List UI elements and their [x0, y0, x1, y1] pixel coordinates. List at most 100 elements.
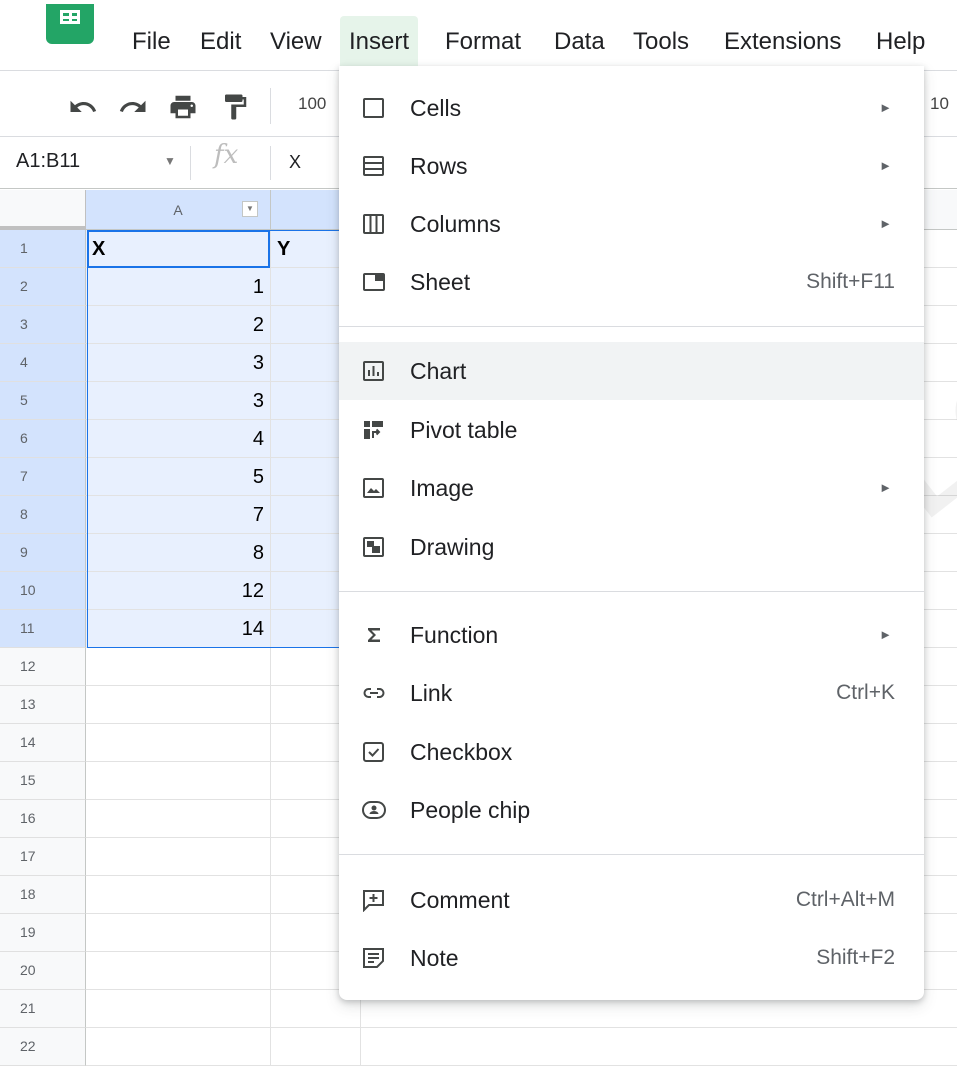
menu-extensions[interactable]: Extensions	[715, 16, 850, 66]
cell-b[interactable]	[271, 1028, 361, 1066]
row-header[interactable]: 8	[0, 496, 86, 534]
row-header[interactable]: 14	[0, 724, 86, 762]
menu-item-label: Rows	[410, 153, 468, 179]
font-size-field[interactable]: 10	[930, 94, 949, 114]
redo-icon[interactable]	[118, 92, 148, 122]
column-header-a[interactable]: A ▼	[86, 190, 271, 230]
cell-a[interactable]: 5	[86, 458, 271, 496]
menu-tools[interactable]: Tools	[624, 16, 698, 66]
cell-a[interactable]	[86, 914, 271, 952]
row-header[interactable]: 21	[0, 990, 86, 1028]
menu-item-comment[interactable]: Comment Ctrl+Alt+M	[339, 871, 924, 929]
cell-a[interactable]	[86, 800, 271, 838]
submenu-arrow-icon: ►	[879, 480, 892, 495]
name-box-dropdown-icon[interactable]: ▼	[164, 154, 176, 168]
menu-file[interactable]: File	[123, 16, 180, 66]
row-header[interactable]: 1	[0, 230, 86, 268]
cell-a[interactable]	[86, 876, 271, 914]
row-header[interactable]: 5	[0, 382, 86, 420]
menu-help[interactable]: Help	[867, 16, 934, 66]
undo-icon[interactable]	[68, 92, 98, 122]
menu-item-checkbox[interactable]: Checkbox	[339, 723, 924, 781]
paint-format-icon[interactable]	[220, 92, 250, 122]
cell-a[interactable]	[86, 648, 271, 686]
menu-item-label: People chip	[410, 797, 531, 823]
toolbar-separator	[270, 88, 271, 124]
row-header[interactable]: 4	[0, 344, 86, 382]
menu-format[interactable]: Format	[436, 16, 530, 66]
people-chip-icon	[362, 801, 386, 819]
cell-a[interactable]	[86, 1028, 271, 1066]
row-header[interactable]: 16	[0, 800, 86, 838]
row-header[interactable]: 18	[0, 876, 86, 914]
menu-item-label: Image	[410, 475, 474, 501]
menu-edit[interactable]: Edit	[191, 16, 250, 66]
submenu-arrow-icon: ►	[879, 627, 892, 642]
cell-a[interactable]: 3	[86, 382, 271, 420]
menu-item-chart[interactable]: Chart	[339, 342, 924, 400]
formula-separator-2	[270, 146, 271, 180]
menu-item-label: Link	[410, 680, 453, 706]
menu-item-drawing[interactable]: Drawing	[339, 518, 924, 576]
menu-item-label: Columns	[410, 211, 501, 237]
sheets-logo-icon[interactable]	[46, 4, 94, 44]
menu-item-cells[interactable]: Cells ►	[339, 79, 924, 137]
cell-a[interactable]	[86, 952, 271, 990]
name-box[interactable]: A1:B11	[16, 150, 80, 173]
menu-item-note[interactable]: Note Shift+F2	[339, 929, 924, 987]
submenu-arrow-icon: ►	[879, 158, 892, 173]
row-header[interactable]: 22	[0, 1028, 86, 1066]
cell-a[interactable]	[86, 686, 271, 724]
column-menu-icon[interactable]: ▼	[242, 201, 258, 217]
row-header[interactable]: 12	[0, 648, 86, 686]
note-icon	[363, 948, 384, 968]
app-bar: File Edit View Insert Format Data Tools …	[0, 0, 957, 68]
menu-item-image[interactable]: Image ►	[339, 459, 924, 517]
menu-item-sheet[interactable]: Sheet Shift+F11	[339, 253, 924, 311]
menu-view[interactable]: View	[261, 16, 331, 66]
cell-a[interactable]: 8	[86, 534, 271, 572]
image-icon	[363, 478, 384, 498]
row-header[interactable]: 19	[0, 914, 86, 952]
cell-a[interactable]: 4	[86, 420, 271, 458]
cell-a[interactable]	[86, 838, 271, 876]
zoom-select[interactable]: 100	[298, 94, 326, 114]
cell-a[interactable]: 1	[86, 268, 271, 306]
print-icon[interactable]	[168, 92, 198, 122]
row-header[interactable]: 11	[0, 610, 86, 648]
cell-a[interactable]	[86, 724, 271, 762]
menu-item-people-chip[interactable]: People chip	[339, 781, 924, 839]
cell-rest[interactable]	[361, 1028, 957, 1066]
row-header[interactable]: 7	[0, 458, 86, 496]
row-header[interactable]: 17	[0, 838, 86, 876]
cell-a[interactable]: 12	[86, 572, 271, 610]
submenu-arrow-icon: ►	[879, 216, 892, 231]
cell-a[interactable]	[86, 990, 271, 1028]
menu-data[interactable]: Data	[545, 16, 614, 66]
row-header[interactable]: 9	[0, 534, 86, 572]
menu-item-columns[interactable]: Columns ►	[339, 195, 924, 253]
row-header[interactable]: 13	[0, 686, 86, 724]
row-header[interactable]: 6	[0, 420, 86, 458]
menu-item-function[interactable]: Function ►	[339, 606, 924, 664]
cell-a[interactable]: 3	[86, 344, 271, 382]
cell-a[interactable]: 14	[86, 610, 271, 648]
row-header[interactable]: 3	[0, 306, 86, 344]
row-header[interactable]: 15	[0, 762, 86, 800]
row-header[interactable]: 20	[0, 952, 86, 990]
formula-input[interactable]: X	[289, 152, 301, 173]
menu-insert[interactable]: Insert	[340, 16, 419, 66]
row-header[interactable]: 2	[0, 268, 86, 306]
cell-a[interactable]: 7	[86, 496, 271, 534]
row-header[interactable]: 10	[0, 572, 86, 610]
columns-icon	[363, 214, 384, 234]
select-all-corner[interactable]	[0, 190, 86, 230]
insert-menu: Cells ► Rows ► Columns ► Sheet Shift+F11…	[339, 66, 924, 1000]
submenu-arrow-icon: ►	[879, 100, 892, 115]
cell-a[interactable]: 2	[86, 306, 271, 344]
menu-item-link[interactable]: Link Ctrl+K	[339, 664, 924, 722]
menu-item-pivot-table[interactable]: Pivot table	[339, 401, 924, 459]
menu-item-rows[interactable]: Rows ►	[339, 137, 924, 195]
cell-a[interactable]	[86, 762, 271, 800]
cell-a[interactable]: X	[86, 230, 271, 268]
